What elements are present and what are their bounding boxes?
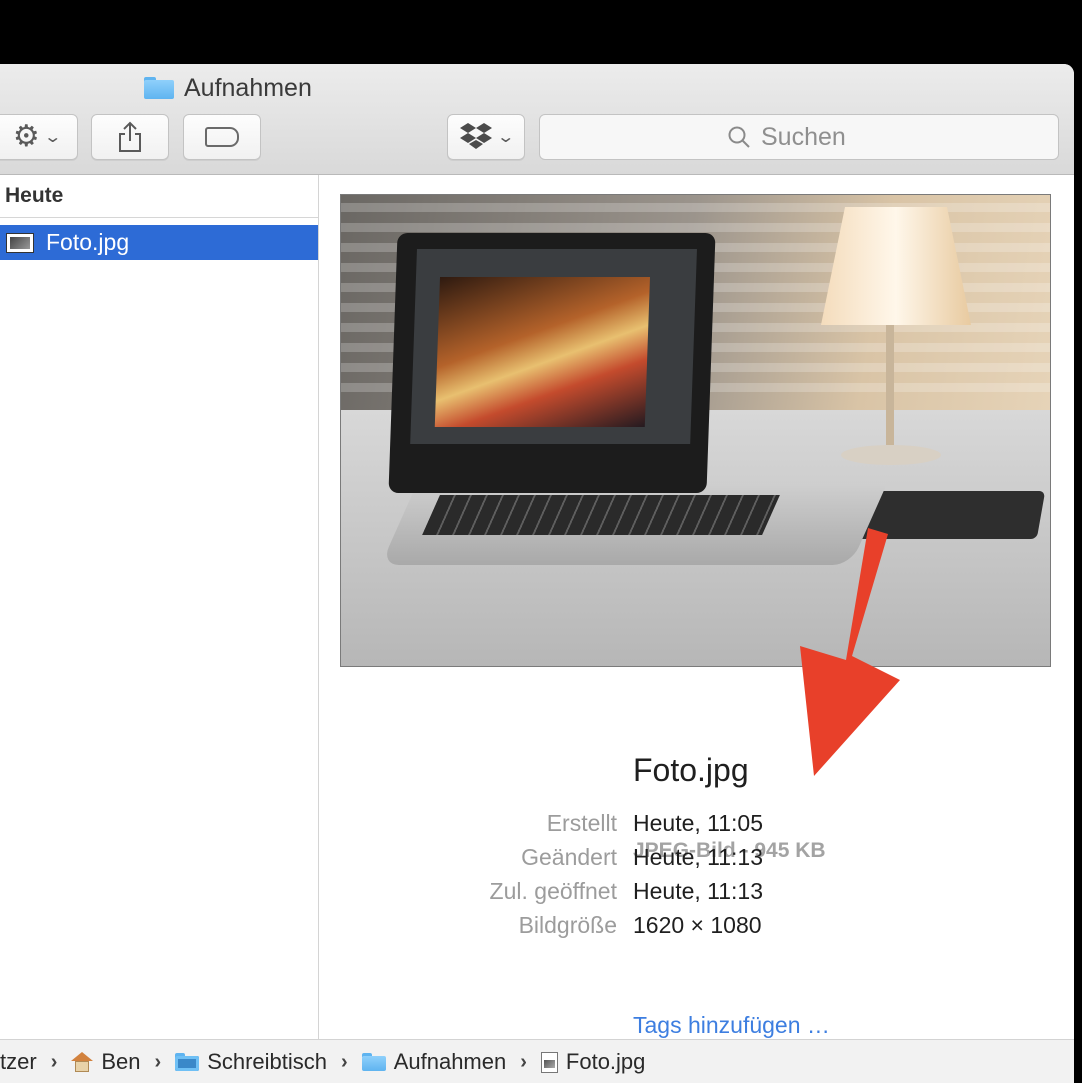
info-row-modified: Geändert Heute, 11:13 xyxy=(0,844,1074,878)
home-icon xyxy=(71,1052,94,1072)
laptop-screen xyxy=(388,233,716,493)
path-item-folder[interactable]: Aufnahmen xyxy=(361,1049,506,1075)
dropbox-button[interactable]: ⌄ xyxy=(447,114,525,160)
search-input[interactable] xyxy=(761,122,871,152)
chevron-right-icon: › xyxy=(341,1050,348,1073)
gear-icon: ⚙ xyxy=(12,120,40,153)
path-item-file[interactable]: Foto.jpg xyxy=(540,1049,645,1075)
info-value: 1620 × 1080 xyxy=(633,912,762,938)
window-title: Aufnahmen xyxy=(144,72,312,104)
action-menu-button[interactable]: ⚙ ⌄ xyxy=(0,114,78,160)
share-button[interactable] xyxy=(91,114,169,160)
preview-filename: Foto.jpg xyxy=(633,752,749,788)
chevron-down-icon: ⌄ xyxy=(43,129,62,146)
toolbar: Aufnahmen ⚙ ⌄ ⌄ xyxy=(0,64,1074,175)
path-bar: tzer › Ben › Schreibtisch › Aufnahmen › … xyxy=(0,1039,1074,1083)
add-tags-link[interactable]: Tags hinzufügen … xyxy=(633,1012,830,1039)
info-value: Heute, 11:13 xyxy=(633,844,764,870)
list-item-label: Foto.jpg xyxy=(46,229,130,255)
info-label: Geändert xyxy=(521,844,617,870)
path-item-user[interactable]: tzer xyxy=(0,1049,37,1075)
info-value: Heute, 11:05 xyxy=(633,810,764,836)
share-icon xyxy=(119,121,141,152)
info-row-dimensions: Bildgröße 1620 × 1080 xyxy=(0,912,1074,946)
lamp xyxy=(821,207,971,325)
chevron-right-icon: › xyxy=(50,1050,58,1073)
info-label: Bildgröße xyxy=(518,912,617,938)
info-value: Heute, 11:13 xyxy=(633,878,764,904)
info-row-created: Erstellt Heute, 11:05 xyxy=(0,810,1074,844)
info-label: Erstellt xyxy=(546,810,617,836)
path-item-desktop[interactable]: Schreibtisch xyxy=(175,1049,327,1075)
folder-icon xyxy=(361,1053,386,1071)
image-preview xyxy=(340,194,1051,667)
tag-icon xyxy=(205,127,239,147)
column-header: Heute xyxy=(0,175,318,218)
info-label: Zul. geöffnet xyxy=(489,878,617,904)
desktop-folder-icon xyxy=(175,1053,200,1071)
path-item-home[interactable]: Ben xyxy=(71,1049,141,1075)
finder-window: Aufnahmen ⚙ ⌄ ⌄ Suchen Heute Foto.jpg Fo… xyxy=(0,64,1074,1083)
window-title-text: Aufnahmen xyxy=(184,73,312,102)
chevron-right-icon: › xyxy=(154,1050,162,1073)
chevron-right-icon: › xyxy=(520,1050,527,1073)
tag-button[interactable] xyxy=(183,114,261,160)
dropbox-icon xyxy=(460,123,493,149)
image-file-icon xyxy=(540,1051,558,1073)
folder-icon xyxy=(144,77,174,99)
info-row-last-opened: Zul. geöffnet Heute, 11:13 xyxy=(0,878,1074,912)
list-item[interactable]: Foto.jpg xyxy=(0,225,318,260)
search-field[interactable] xyxy=(539,114,1059,160)
image-file-icon xyxy=(6,232,34,253)
search-icon xyxy=(728,126,750,148)
chevron-down-icon: ⌄ xyxy=(496,129,516,146)
